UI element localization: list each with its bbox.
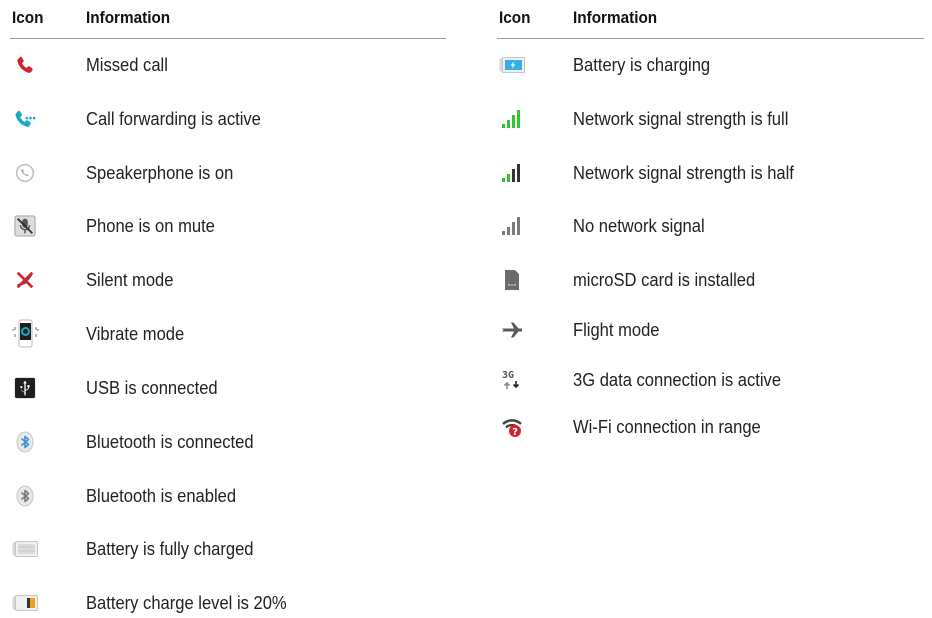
wifi-in-range-icon: ? <box>497 412 527 442</box>
no-signal-icon <box>497 211 527 241</box>
table-row: Network signal strength is full <box>497 104 924 134</box>
signal-half-icon <box>497 158 527 188</box>
table-row: USB is connected <box>10 373 446 403</box>
row-text: Bluetooth is connected <box>86 432 254 452</box>
row-text: USB is connected <box>86 378 218 398</box>
signal-full-icon <box>497 104 527 134</box>
table-row: microSD card is installed <box>497 265 924 295</box>
table-row: Speakerphone is on <box>10 158 446 188</box>
header-information: Information <box>573 8 658 27</box>
battery-full-icon <box>10 534 40 564</box>
row-text: Phone is on mute <box>86 216 215 236</box>
mute-icon <box>10 211 40 241</box>
row-text: Battery charge level is 20% <box>86 593 287 613</box>
vibrate-mode-icon <box>10 319 40 349</box>
table-row: Call forwarding is active <box>10 104 446 134</box>
row-text: Battery is fully charged <box>86 539 254 559</box>
table-row: ? Wi-Fi connection in range <box>497 412 924 442</box>
table-row: Bluetooth is connected <box>10 427 446 457</box>
row-text: Wi-Fi connection in range <box>573 417 761 437</box>
battery-low-icon <box>10 588 40 618</box>
speakerphone-icon <box>10 158 40 188</box>
table-row: 3G 3G data connection is active <box>497 365 924 395</box>
header-icon: Icon <box>499 8 531 27</box>
row-text: Bluetooth is enabled <box>86 486 237 506</box>
table-row: Battery is charging <box>497 50 924 80</box>
row-text: microSD card is installed <box>573 270 756 290</box>
3g-data-icon: 3G <box>497 365 527 395</box>
table-row: Battery charge level is 20% <box>10 588 446 618</box>
table-row: Phone is on mute <box>10 211 446 241</box>
table-row: Network signal strength is half <box>497 158 924 188</box>
row-text: Flight mode <box>573 320 660 340</box>
silent-mode-icon <box>10 265 40 295</box>
table-header: Icon Information <box>497 0 924 39</box>
row-text: Battery is charging <box>573 55 711 75</box>
row-text: No network signal <box>573 216 705 236</box>
usb-icon <box>10 373 40 403</box>
svg-text:?: ? <box>512 427 518 438</box>
table-row: Battery is fully charged <box>10 534 446 564</box>
bluetooth-connected-icon <box>10 427 40 457</box>
row-text: Silent mode <box>86 270 174 290</box>
status-icons-table-right: Icon Information Battery is charging Net… <box>497 0 924 438</box>
table-row: Missed call <box>10 50 446 80</box>
table-row: Bluetooth is enabled <box>10 481 446 511</box>
row-text: 3G data connection is active <box>573 370 782 390</box>
battery-charging-icon <box>497 50 527 80</box>
row-text: Missed call <box>86 55 168 75</box>
table-header: Icon Information <box>10 0 446 39</box>
missed-call-icon <box>10 50 40 80</box>
table-row: Flight mode <box>497 315 924 345</box>
row-text: Call forwarding is active <box>86 109 261 129</box>
table-row: Vibrate mode <box>10 319 446 349</box>
flight-mode-icon <box>497 315 527 345</box>
table-row: No network signal <box>497 211 924 241</box>
status-icons-table-left: Icon Information Missed call Call forwar… <box>10 0 446 613</box>
row-text: Speakerphone is on <box>86 163 234 183</box>
header-information: Information <box>86 8 171 27</box>
table-row: Silent mode <box>10 265 446 295</box>
row-text: Network signal strength is full <box>573 109 789 129</box>
call-forwarding-icon <box>10 104 40 134</box>
header-icon: Icon <box>12 8 44 27</box>
row-text: Network signal strength is half <box>573 163 794 183</box>
svg-text:3G: 3G <box>502 370 514 381</box>
bluetooth-enabled-icon <box>10 481 40 511</box>
microsd-icon <box>497 265 527 295</box>
row-text: Vibrate mode <box>86 324 185 344</box>
